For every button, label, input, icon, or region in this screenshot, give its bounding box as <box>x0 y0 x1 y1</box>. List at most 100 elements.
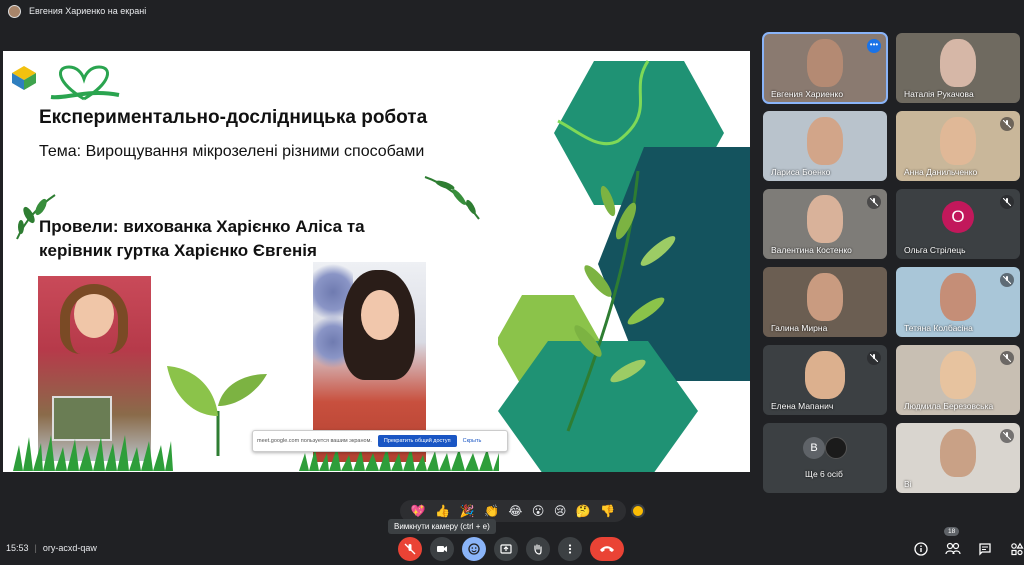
reaction-laugh[interactable]: 😂 <box>508 504 522 518</box>
people-count-badge: 18 <box>944 527 960 536</box>
stop-sharing-button[interactable]: Прекратить общий доступ <box>377 435 457 447</box>
reactions-button[interactable] <box>462 537 486 561</box>
raise-hand-button[interactable] <box>526 537 550 561</box>
more-vertical-icon <box>568 544 572 554</box>
reaction-thinking[interactable]: 🤔 <box>576 504 591 518</box>
grass-left-icon <box>13 435 173 471</box>
mic-off-icon <box>1000 351 1014 365</box>
participant-name: Валентина Костенко <box>771 245 852 255</box>
slide-subtitle: Тема: Вирощування мікрозелені різними сп… <box>39 143 425 160</box>
activities-button[interactable] <box>1008 540 1024 558</box>
cube-logo-icon <box>12 66 36 90</box>
mic-off-icon <box>1000 117 1014 131</box>
smiley-icon <box>468 543 480 555</box>
people-icon <box>945 542 961 555</box>
presenter-label: Евгения Хариенко на екрані <box>29 6 147 16</box>
end-call-icon <box>600 546 614 552</box>
participant-video <box>940 39 976 87</box>
reaction-sad[interactable]: 😢 <box>554 504 567 518</box>
participant-tile[interactable]: Людмила Березовська <box>896 345 1020 415</box>
reaction-thumbs-down[interactable]: 👎 <box>600 504 615 518</box>
participant-name: Елена Мапанич <box>771 401 834 411</box>
participant-name: Евгения Хариенко <box>771 89 844 99</box>
meeting-info: 15:53 | ory-acxd-qaw <box>6 543 97 553</box>
mic-off-icon <box>867 351 881 365</box>
slide-authors: Провели: вихованка Харієнко Аліса та кер… <box>39 215 459 263</box>
authors-line-1: Провели: вихованка Харієнко Аліса та <box>39 217 365 236</box>
participant-tile[interactable]: Наталія Рукачова <box>896 33 1020 103</box>
reaction-thumbs-up[interactable]: 👍 <box>435 504 450 518</box>
shared-screen: Експериментально-дослідницька робота Тем… <box>3 51 750 472</box>
participant-video <box>940 351 976 399</box>
hexagon-decoration <box>498 60 750 472</box>
chat-icon <box>979 543 991 556</box>
reaction-party[interactable]: 🎉 <box>460 504 475 518</box>
hand-icon <box>534 544 542 555</box>
participant-tile[interactable]: Елена Мапанич <box>763 345 887 415</box>
mic-off-icon <box>1000 273 1014 287</box>
mic-toggle-button[interactable] <box>398 537 422 561</box>
participant-video <box>805 351 845 399</box>
participant-name: Ві <box>904 479 912 489</box>
reaction-heart[interactable]: 💖 <box>411 504 426 518</box>
participant-tile[interactable]: Анна Данильченко <box>896 111 1020 181</box>
participant-avatar: О <box>942 201 974 233</box>
presenter-avatar <box>8 4 21 18</box>
participant-tile[interactable]: О Ольга Стрілець <box>896 189 1020 259</box>
participant-tile[interactable]: Валентина Костенко <box>763 189 887 259</box>
participant-name: Лариса Боенко <box>771 167 831 177</box>
participant-video <box>940 117 976 165</box>
leave-call-button[interactable] <box>590 537 624 561</box>
more-participants-label: Ще 6 осіб <box>805 469 843 479</box>
participant-video <box>807 273 843 321</box>
participant-video <box>807 195 843 243</box>
chat-button[interactable] <box>976 540 994 558</box>
authors-line-2: керівник гуртка Харієнко Євгенія <box>39 241 317 260</box>
participant-tile[interactable]: ••• Евгения Хариенко <box>762 32 888 104</box>
participant-video <box>807 117 843 165</box>
participant-name: Тетяна Колбасіна <box>904 323 973 333</box>
participant-video <box>940 273 976 321</box>
reaction-clap[interactable]: 👏 <box>484 504 499 518</box>
meeting-details-button[interactable] <box>912 540 930 558</box>
participant-video <box>940 429 976 477</box>
participant-video <box>807 39 843 87</box>
hide-notification-link[interactable]: Скрыть <box>463 438 482 444</box>
participant-avatar <box>825 437 847 459</box>
participant-name: Ольга Стрілець <box>904 245 966 255</box>
reaction-surprised[interactable]: 😮 <box>532 504 545 518</box>
camera-toggle-button[interactable] <box>430 537 454 561</box>
more-options-button[interactable] <box>558 537 582 561</box>
participant-tile[interactable]: Ві <box>896 423 1020 493</box>
mic-off-icon <box>1000 195 1014 209</box>
skin-tone-button[interactable] <box>631 504 645 518</box>
activities-icon <box>1011 542 1024 556</box>
more-options-icon[interactable]: ••• <box>867 39 881 53</box>
mic-off-icon <box>1000 429 1014 443</box>
participant-avatar: В <box>803 437 825 459</box>
participant-tile[interactable]: Галина Мирна <box>763 267 887 337</box>
mic-off-icon <box>867 195 881 209</box>
meeting-time: 15:53 <box>6 543 29 553</box>
participant-name: Наталія Рукачова <box>904 89 974 99</box>
participant-tile[interactable]: Тетяна Колбасіна <box>896 267 1020 337</box>
info-icon <box>914 542 928 556</box>
present-screen-button[interactable] <box>494 537 518 561</box>
participant-name: Галина Мирна <box>771 323 828 333</box>
participant-tile[interactable]: Лариса Боенко <box>763 111 887 181</box>
camera-tooltip: Вимкнути камеру (ctrl + e) <box>388 519 496 534</box>
present-icon <box>500 544 512 554</box>
share-message: meet.google.com пользуется вашим экраном… <box>257 438 372 444</box>
slide-title: Експериментально-дослідницька робота <box>39 107 428 128</box>
screen-share-notification: meet.google.com пользуется вашим экраном… <box>252 430 508 452</box>
camera-icon <box>437 546 447 552</box>
mic-off-icon <box>404 543 416 555</box>
separator: | <box>34 543 37 553</box>
participant-name: Анна Данильченко <box>904 167 978 177</box>
meeting-code[interactable]: ory-acxd-qaw <box>43 543 97 553</box>
heart-leaf-logo-icon <box>50 65 120 101</box>
people-button[interactable]: 18 <box>944 527 962 558</box>
more-participants-tile[interactable]: В Ще 6 осіб <box>763 423 887 493</box>
call-controls <box>398 537 624 561</box>
presenter-bar: Евгения Хариенко на екрані <box>0 0 1024 22</box>
